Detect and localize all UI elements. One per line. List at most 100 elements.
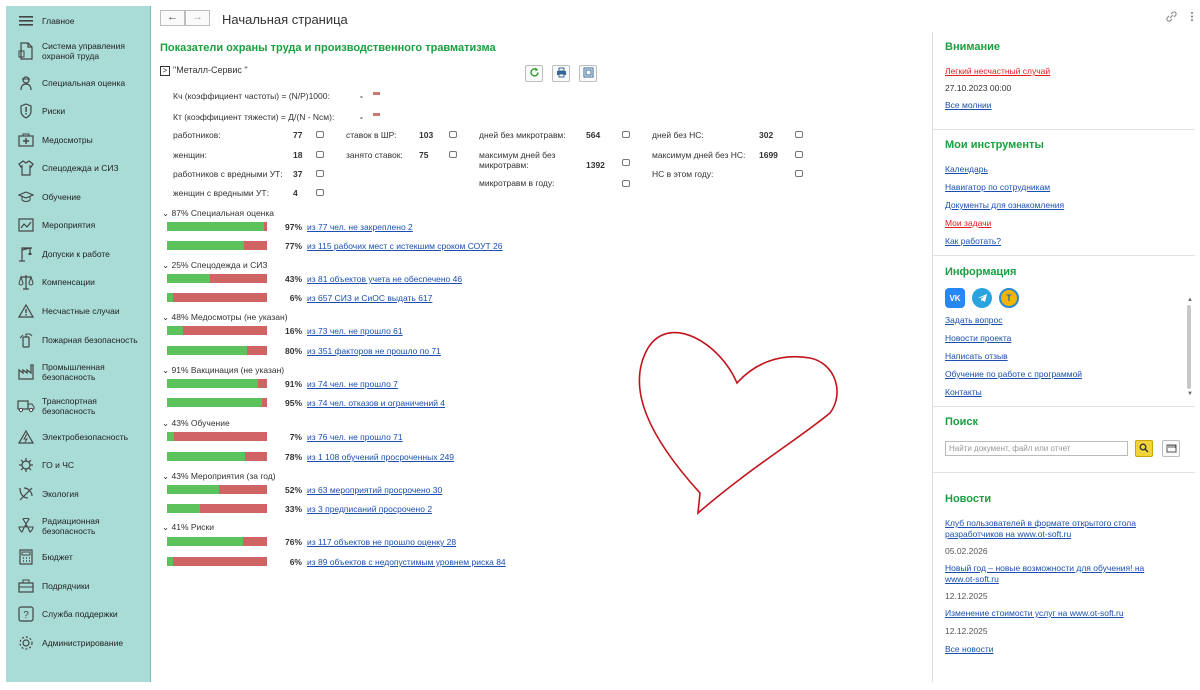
progress-link[interactable]: из 73 чел. не прошло 61: [307, 326, 403, 336]
scales-icon: [17, 273, 35, 291]
news-item-link[interactable]: www.ot-soft.ru: [945, 574, 999, 584]
sidebar-item-medical[interactable]: Медосмотры: [6, 133, 151, 147]
progress-link[interactable]: из 74 чел. не прошло 7: [307, 379, 398, 389]
group-header[interactable]: ⌄ 41% Риски: [162, 522, 214, 533]
sidebar-item-industrial-safety[interactable]: Промышленная безопасность: [6, 361, 151, 383]
print-button[interactable]: [552, 65, 570, 82]
sidebar-item-radiation-safety[interactable]: Радиационная безопасность: [6, 515, 151, 537]
ask-question-link[interactable]: Задать вопрос: [945, 315, 1003, 325]
group-header[interactable]: ⌄ 91% Вакцинация (не указан): [162, 365, 284, 376]
all-news-link[interactable]: Все новости: [945, 644, 993, 654]
documents-link[interactable]: Документы для ознакомления: [945, 200, 1064, 210]
scrollbar[interactable]: ▲ ▼: [1186, 297, 1193, 397]
news-item-link[interactable]: Изменение стоимости услуг на www.ot-soft…: [945, 608, 1124, 618]
progress-link[interactable]: из 74 чел. отказов и ограничений 4: [307, 398, 445, 408]
sidebar-item-permits[interactable]: Допуски к работе: [6, 247, 151, 262]
stat-label: дней без микротравм:: [479, 130, 566, 140]
progress-link[interactable]: из 77 чел. не закреплено 2: [307, 222, 413, 232]
keyboard-button[interactable]: [1162, 440, 1180, 457]
vk-icon[interactable]: VK: [945, 288, 965, 308]
progress-link[interactable]: из 117 объектов не прошло оценку 28: [307, 537, 456, 547]
progress-fill: [167, 379, 258, 388]
all-alerts-link[interactable]: Все молнии: [945, 100, 992, 110]
more-icon[interactable]: [1190, 11, 1194, 25]
open-list-icon[interactable]: [795, 170, 803, 177]
sidebar-item-sout[interactable]: Система управления охраной труда: [6, 40, 151, 62]
stat-value: 302: [759, 130, 774, 140]
forward-button[interactable]: →: [185, 10, 210, 26]
write-review-link[interactable]: Написать отзыв: [945, 351, 1008, 361]
calendar-link[interactable]: Календарь: [945, 164, 988, 174]
open-list-icon[interactable]: [449, 151, 457, 158]
progress-link[interactable]: из 115 рабочих мест с истекшим сроком СО…: [307, 241, 503, 251]
open-list-icon[interactable]: [795, 151, 803, 158]
open-list-icon[interactable]: [795, 131, 803, 138]
progress-link[interactable]: из 81 объектов учета не обеспечено 46: [307, 274, 462, 284]
news-item-link[interactable]: разработчиков на www.ot-soft.ru: [945, 529, 1071, 539]
news-item-link[interactable]: Клуб пользователей в формате открытого с…: [945, 518, 1136, 528]
sidebar-item-ppe[interactable]: Спецодежда и СИЗ: [6, 160, 151, 176]
bar-mini-icon: [373, 92, 380, 95]
open-list-icon[interactable]: [449, 131, 457, 138]
open-list-icon[interactable]: [622, 180, 630, 187]
open-list-icon[interactable]: [316, 151, 324, 158]
open-list-icon[interactable]: [316, 170, 324, 177]
sidebar-item-risks[interactable]: Риски: [6, 103, 151, 119]
sidebar-item-support[interactable]: ? Служба поддержки: [6, 606, 151, 622]
ot-soft-icon[interactable]: T: [999, 288, 1019, 308]
refresh-button[interactable]: [525, 65, 543, 82]
telegram-icon[interactable]: [972, 288, 992, 308]
kch-label: Кч (коэффициент частоты) = (N/Р)1000:: [173, 91, 330, 101]
progress-link[interactable]: из 63 мероприятий просрочено 30: [307, 485, 442, 495]
settings-button[interactable]: [579, 65, 597, 82]
sidebar-item-civil-defense[interactable]: ГО и ЧС: [6, 458, 151, 472]
scrollbar-thumb[interactable]: [1187, 305, 1191, 389]
open-list-icon[interactable]: [316, 131, 324, 138]
sidebar-item-accidents[interactable]: Несчастные случаи: [6, 304, 151, 318]
group-header[interactable]: ⌄ 87% Специальная оценка: [162, 208, 274, 219]
my-tasks-link[interactable]: Мои задачи: [945, 218, 991, 228]
progress-link[interactable]: из 351 факторов не прошло по 71: [307, 346, 441, 356]
group-header[interactable]: ⌄ 48% Медосмотры (не указан): [162, 312, 288, 323]
svg-text:?: ?: [23, 610, 29, 621]
organization-selector[interactable]: > "Металл-Сервис ": [160, 65, 248, 76]
divider: [933, 129, 1195, 130]
top-bar: ← → Начальная страница: [158, 8, 1194, 32]
back-button[interactable]: ←: [160, 10, 185, 26]
sidebar-item-compensation[interactable]: Компенсации: [6, 273, 151, 291]
sidebar-item-transport-safety[interactable]: Транспортная безопасность: [6, 395, 151, 417]
sidebar-item-administration[interactable]: Администрирование: [6, 636, 151, 650]
sidebar-item-training[interactable]: Обучение: [6, 190, 151, 204]
sidebar-item-main[interactable]: Главное: [6, 14, 151, 28]
sidebar-item-budget[interactable]: Бюджет: [6, 549, 151, 565]
progress-link[interactable]: из 3 предписаний просрочено 2: [307, 504, 432, 514]
group-header[interactable]: ⌄ 43% Обучение: [162, 418, 230, 429]
open-list-icon[interactable]: [316, 189, 324, 196]
open-list-icon[interactable]: [622, 159, 630, 166]
progress-link[interactable]: из 657 СИЗ и СиОС выдать 617: [307, 293, 432, 303]
sidebar-item-contractors[interactable]: Подрядчики: [6, 579, 151, 593]
sidebar-item-label: Главное: [42, 16, 75, 26]
employee-navigator-link[interactable]: Навигатор по сотрудникам: [945, 182, 1050, 192]
sidebar-item-fire-safety[interactable]: Пожарная безопасность: [6, 333, 151, 348]
sidebar-item-special-assessment[interactable]: Специальная оценка: [6, 76, 151, 91]
progress-link[interactable]: из 76 чел. не прошло 71: [307, 432, 403, 442]
link-icon[interactable]: [1166, 11, 1177, 25]
chevron-right-icon[interactable]: >: [160, 66, 170, 76]
news-item-link[interactable]: Новый год – новые возможности для обучен…: [945, 563, 1144, 573]
training-link[interactable]: Обучение по работе с программой: [945, 369, 1082, 379]
sidebar-item-ecology[interactable]: Экология: [6, 487, 151, 501]
sidebar-item-measures[interactable]: Мероприятия: [6, 218, 151, 232]
progress-link[interactable]: из 1 108 обучений просроченных 249: [307, 452, 454, 462]
accident-alert-link[interactable]: Легкий несчастный случай: [945, 66, 1050, 76]
open-list-icon[interactable]: [622, 131, 630, 138]
group-header[interactable]: ⌄ 25% Спецодежда и СИЗ: [162, 260, 267, 271]
group-header[interactable]: ⌄ 43% Мероприятия (за год): [162, 471, 276, 482]
search-input[interactable]: Найти документ, файл или отчет: [945, 441, 1128, 456]
project-news-link[interactable]: Новости проекта: [945, 333, 1011, 343]
search-button[interactable]: [1135, 440, 1153, 457]
progress-link[interactable]: из 89 объектов с недопустимым уровнем ри…: [307, 557, 506, 567]
contacts-link[interactable]: Контакты: [945, 387, 982, 397]
sidebar-item-electrical-safety[interactable]: Электробезопасность: [6, 430, 151, 444]
how-to-link[interactable]: Как работать?: [945, 236, 1001, 246]
